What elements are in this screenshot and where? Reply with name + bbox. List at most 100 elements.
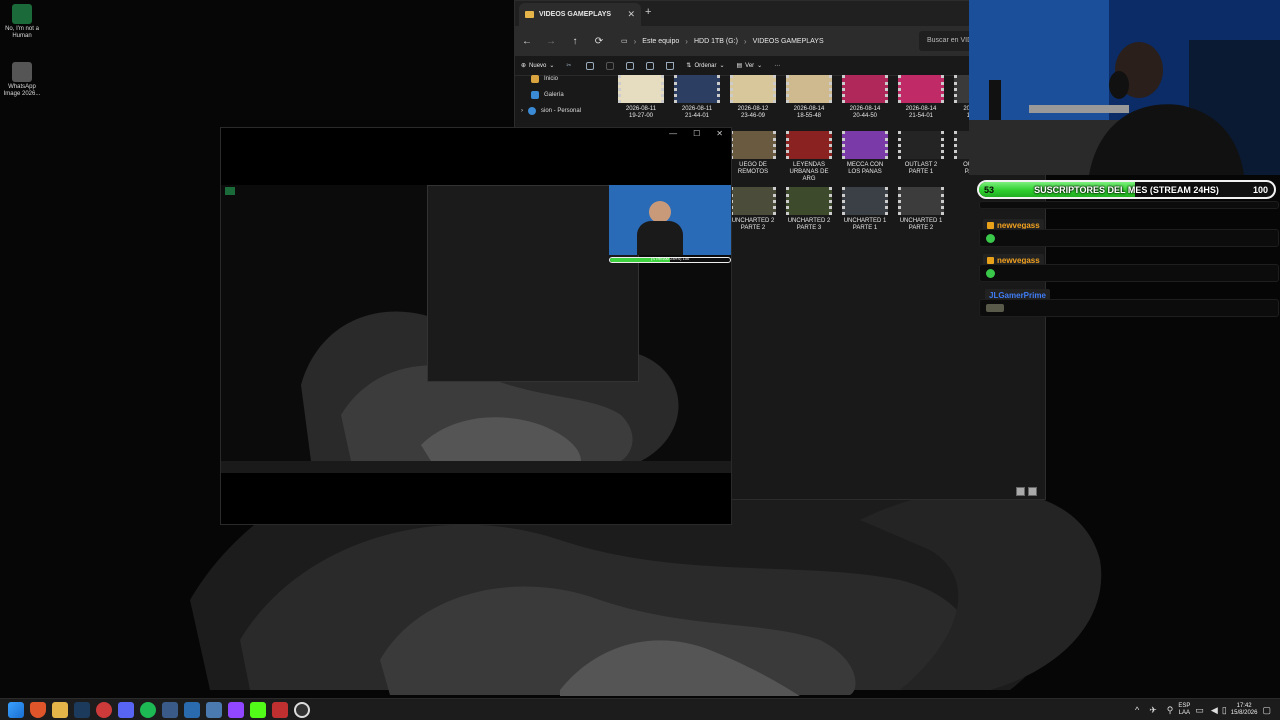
webcam-scene — [969, 0, 1280, 175]
video-thumbnail — [898, 131, 944, 159]
back-icon[interactable]: ← — [515, 36, 539, 47]
chat-message — [979, 299, 1279, 317]
brave-icon[interactable] — [30, 702, 46, 718]
file-video[interactable]: 2026-08-14 18-55-48 — [785, 75, 833, 120]
notification-icon[interactable]: ▢ — [1262, 705, 1271, 716]
monitor-icon: ▭ — [621, 38, 628, 45]
thumbnail-view-button[interactable] — [1028, 487, 1037, 496]
sort-button[interactable]: ⇅ Ordenar ⌄ — [686, 62, 724, 70]
breadcrumb-item[interactable]: Este equipo — [642, 38, 679, 45]
file-video[interactable]: 2026-08-14 21-54-01 — [897, 75, 945, 120]
wifi-icon[interactable]: ▭ — [1195, 705, 1204, 716]
file-video[interactable]: LEYENDAS URBANAS DE ARG — [785, 131, 833, 183]
clock[interactable]: 17:42 15/8/2026 — [1231, 703, 1258, 717]
desktop-icon-not-human[interactable]: No, I'm not a Human — [0, 4, 44, 40]
video-thumbnail — [786, 187, 832, 215]
chat-message — [979, 201, 1279, 209]
video-thumbnail — [786, 75, 832, 103]
screen-icon[interactable] — [162, 702, 178, 718]
preview-titlebar: — ☐ ✕ — [221, 128, 731, 142]
view-button[interactable]: ▤ Ver ⌄ — [736, 62, 762, 70]
chrome-icon[interactable] — [96, 702, 112, 718]
file-video[interactable]: 2026-08-12 23-46-09 — [729, 75, 777, 120]
minimize-icon[interactable]: — — [669, 129, 677, 138]
discord-icon[interactable] — [118, 702, 134, 718]
plus-circle-icon: ⊕ — [521, 63, 527, 69]
chevron-down-icon: ⌄ — [549, 63, 555, 69]
breadcrumb-item[interactable]: VIDEOS GAMEPLAYS — [753, 38, 824, 45]
battery-icon[interactable]: ▯ — [1222, 705, 1227, 716]
file-video[interactable]: OUTLAST 2 PARTE 1 — [897, 131, 945, 176]
paste-icon[interactable] — [606, 61, 615, 70]
video-thumbnail — [842, 131, 888, 159]
forward-icon[interactable]: → — [539, 36, 563, 47]
sidebar-item-onedrive[interactable]: › sion - Personal — [515, 103, 597, 119]
refresh-icon[interactable]: ⟳ — [587, 36, 611, 47]
mini-taskbar — [221, 461, 731, 473]
steam-icon[interactable] — [74, 702, 90, 718]
file-video[interactable]: 2026-08-11 19-27-00 — [617, 75, 665, 120]
media-icon[interactable] — [272, 702, 288, 718]
goal-max: 100 — [1252, 185, 1268, 195]
view-icon: ▤ — [736, 63, 743, 69]
file-video[interactable]: UNCHARTED 1 PARTE 2 — [897, 187, 945, 232]
kick-icon[interactable] — [250, 702, 266, 718]
file-video[interactable]: UNCHARTED 1 PARTE 1 — [841, 187, 889, 232]
new-button[interactable]: ⊕ Nuevo ⌄ — [521, 62, 555, 70]
app-icon[interactable] — [184, 702, 200, 718]
video-thumbnail — [842, 75, 888, 103]
rename-icon[interactable] — [626, 61, 635, 70]
subscriber-badge-icon — [987, 257, 994, 264]
file-video[interactable]: UNCHARTED 2 PARTE 2 — [729, 187, 777, 232]
sidebar-item-galeria[interactable]: Galería — [515, 87, 597, 103]
close-icon[interactable]: ✕ — [716, 129, 723, 138]
file-video[interactable]: 2026-08-14 20-44-50 — [841, 75, 889, 120]
close-tab-icon[interactable]: ✕ — [627, 9, 635, 20]
language-indicator[interactable]: ESP LAA — [1178, 703, 1190, 717]
details-view-button[interactable] — [1016, 487, 1025, 496]
desktop-icon-whatsapp-image[interactable]: WhatsApp Image 2026... — [0, 62, 44, 98]
share-icon[interactable] — [646, 61, 655, 70]
sidebar-item-inicio[interactable]: Inicio — [515, 71, 597, 87]
file-explorer-icon[interactable] — [52, 702, 68, 718]
file-video[interactable]: MECCA CON LOS PANAS — [841, 131, 889, 176]
start-icon[interactable] — [8, 702, 24, 718]
new-tab-button[interactable]: + — [645, 6, 651, 18]
view-toggle — [1016, 487, 1037, 496]
video-thumbnail — [898, 187, 944, 215]
video-thumbnail — [842, 187, 888, 215]
volume-icon[interactable]: ◀ — [1211, 705, 1218, 716]
cut-icon[interactable]: ✂ — [566, 62, 574, 70]
mirrored-desktop: (STREAM 24HS) 100 — [221, 185, 731, 473]
microphone-icon[interactable]: ⚲ — [1167, 705, 1174, 716]
screen-preview-window[interactable]: — ☐ ✕ (STREAM 24HS) 100 — [220, 127, 732, 525]
mini-sub-goal-label: (STREAM 24HS) 100 — [651, 256, 690, 261]
maximize-icon[interactable]: ☐ — [693, 129, 700, 138]
controller-icon[interactable] — [206, 702, 222, 718]
chat-message — [979, 229, 1279, 247]
video-thumbnail — [730, 131, 776, 159]
file-video[interactable]: UNCHARTED 2 PARTE 3 — [785, 187, 833, 232]
breadcrumb[interactable]: ▭ › Este equipo › HDD 1TB (G:) › VIDEOS … — [615, 31, 915, 51]
show-hidden-icons-chevron[interactable]: ^ — [1135, 705, 1139, 715]
gallery-icon — [531, 91, 539, 99]
network-icon[interactable]: ✈ — [1149, 705, 1157, 716]
video-thumbnail — [898, 75, 944, 103]
twitch-icon[interactable] — [228, 702, 244, 718]
copy-icon[interactable] — [586, 61, 595, 70]
file-video[interactable]: UEGO DE REMOTOS — [729, 131, 777, 176]
tab-videos-gameplays[interactable]: VIDEOS GAMEPLAYS ✕ — [519, 3, 641, 26]
video-thumbnail — [786, 131, 832, 159]
breadcrumb-item[interactable]: HDD 1TB (G:) — [694, 38, 738, 45]
delete-icon[interactable] — [666, 61, 675, 70]
emote-icon — [986, 304, 1004, 312]
file-video[interactable]: 2026-08-11 21-44-01 — [673, 75, 721, 120]
mini-explorer-window — [427, 185, 639, 382]
more-options-button[interactable]: ··· — [774, 63, 780, 69]
obs-icon[interactable] — [294, 702, 310, 718]
spotify-icon[interactable] — [140, 702, 156, 718]
emote-icon — [986, 234, 995, 243]
up-icon[interactable]: ↑ — [563, 36, 587, 47]
subscriber-badge-icon — [987, 222, 994, 229]
video-thumbnail — [618, 75, 664, 103]
